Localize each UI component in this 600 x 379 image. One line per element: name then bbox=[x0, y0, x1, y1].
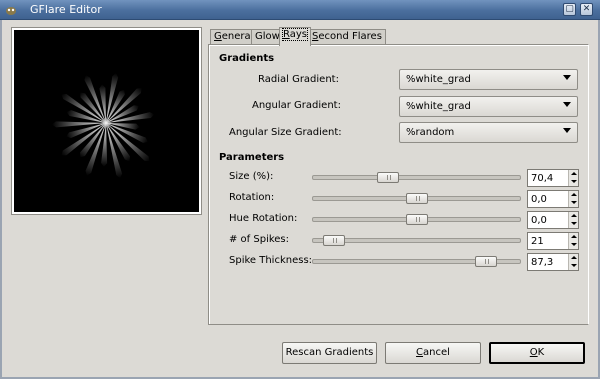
spin-up-icon[interactable] bbox=[571, 256, 577, 259]
angular-gradient-label: Angular Gradient: bbox=[252, 100, 341, 111]
angular-gradient-dropdown[interactable]: %white_grad bbox=[399, 96, 578, 117]
spin-down-icon[interactable] bbox=[571, 264, 577, 267]
spin-down-icon[interactable] bbox=[571, 243, 577, 246]
dropdown-arrow-icon bbox=[563, 75, 571, 80]
radial-gradient-label: Radial Gradient: bbox=[258, 74, 339, 85]
flare-preview bbox=[11, 27, 202, 215]
angular-size-gradient-value: %random bbox=[406, 127, 455, 138]
spin-up-icon[interactable] bbox=[571, 193, 577, 196]
spin-arrows[interactable] bbox=[568, 170, 578, 186]
param-spinbutton[interactable]: 0,0 bbox=[527, 190, 579, 208]
spin-down-icon[interactable] bbox=[571, 222, 577, 225]
radial-gradient-value: %white_grad bbox=[406, 74, 471, 85]
param-value[interactable]: 70,4 bbox=[531, 173, 553, 184]
param-slider-handle[interactable] bbox=[377, 172, 399, 183]
param-spinbutton[interactable]: 87,3 bbox=[527, 253, 579, 271]
param-slider-handle[interactable] bbox=[406, 193, 428, 204]
preview-canvas bbox=[14, 30, 199, 212]
spin-arrows[interactable] bbox=[568, 233, 578, 249]
param-label: Rotation: bbox=[229, 192, 275, 203]
spin-up-icon[interactable] bbox=[571, 172, 577, 175]
flare-rays-image bbox=[52, 72, 155, 179]
close-button[interactable]: ✕ bbox=[580, 3, 593, 16]
param-value[interactable]: 21 bbox=[531, 236, 544, 247]
param-slider-handle[interactable] bbox=[475, 256, 497, 267]
spin-arrows[interactable] bbox=[568, 191, 578, 207]
tab-second-flares[interactable]: Second Flares bbox=[308, 29, 386, 45]
angular-size-gradient-label: Angular Size Gradient: bbox=[229, 127, 342, 138]
spin-up-icon[interactable] bbox=[571, 214, 577, 217]
dropdown-arrow-icon bbox=[563, 128, 571, 133]
cancel-button[interactable]: Cancel bbox=[385, 342, 481, 364]
param-spinbutton[interactable]: 21 bbox=[527, 232, 579, 250]
radial-gradient-dropdown[interactable]: %white_grad bbox=[399, 69, 578, 90]
param-label: # of Spikes: bbox=[229, 234, 290, 245]
param-label: Size (%): bbox=[229, 171, 274, 182]
window-title: GFlare Editor bbox=[30, 3, 102, 16]
spin-down-icon[interactable] bbox=[571, 180, 577, 183]
param-slider-trough[interactable] bbox=[312, 175, 521, 180]
param-slider-handle[interactable] bbox=[406, 214, 428, 225]
angular-size-gradient-dropdown[interactable]: %random bbox=[399, 122, 578, 143]
spin-up-icon[interactable] bbox=[571, 235, 577, 238]
param-slider-handle[interactable] bbox=[323, 235, 345, 246]
ok-button[interactable]: OK bbox=[489, 342, 585, 364]
gradients-heading: Gradients bbox=[219, 53, 275, 64]
parameters-heading: Parameters bbox=[219, 152, 285, 163]
param-value[interactable]: 87,3 bbox=[531, 257, 553, 268]
title-bar[interactable]: GFlare Editor ▢ ✕ bbox=[0, 0, 600, 20]
tab-rays[interactable]: Rays bbox=[279, 27, 311, 46]
param-spinbutton[interactable]: 70,4 bbox=[527, 169, 579, 187]
angular-gradient-value: %white_grad bbox=[406, 101, 471, 112]
gimp-app-icon bbox=[6, 7, 16, 15]
maximize-button[interactable]: ▢ bbox=[563, 3, 576, 16]
param-label: Spike Thickness: bbox=[229, 255, 313, 266]
spin-arrows[interactable] bbox=[568, 212, 578, 228]
param-label: Hue Rotation: bbox=[229, 213, 298, 224]
rescan-gradients-button[interactable]: Rescan Gradients bbox=[282, 342, 377, 364]
dropdown-arrow-icon bbox=[563, 102, 571, 107]
param-spinbutton[interactable]: 0,0 bbox=[527, 211, 579, 229]
spin-down-icon[interactable] bbox=[571, 201, 577, 204]
spin-arrows[interactable] bbox=[568, 254, 578, 270]
param-value[interactable]: 0,0 bbox=[531, 194, 547, 205]
param-value[interactable]: 0,0 bbox=[531, 215, 547, 226]
